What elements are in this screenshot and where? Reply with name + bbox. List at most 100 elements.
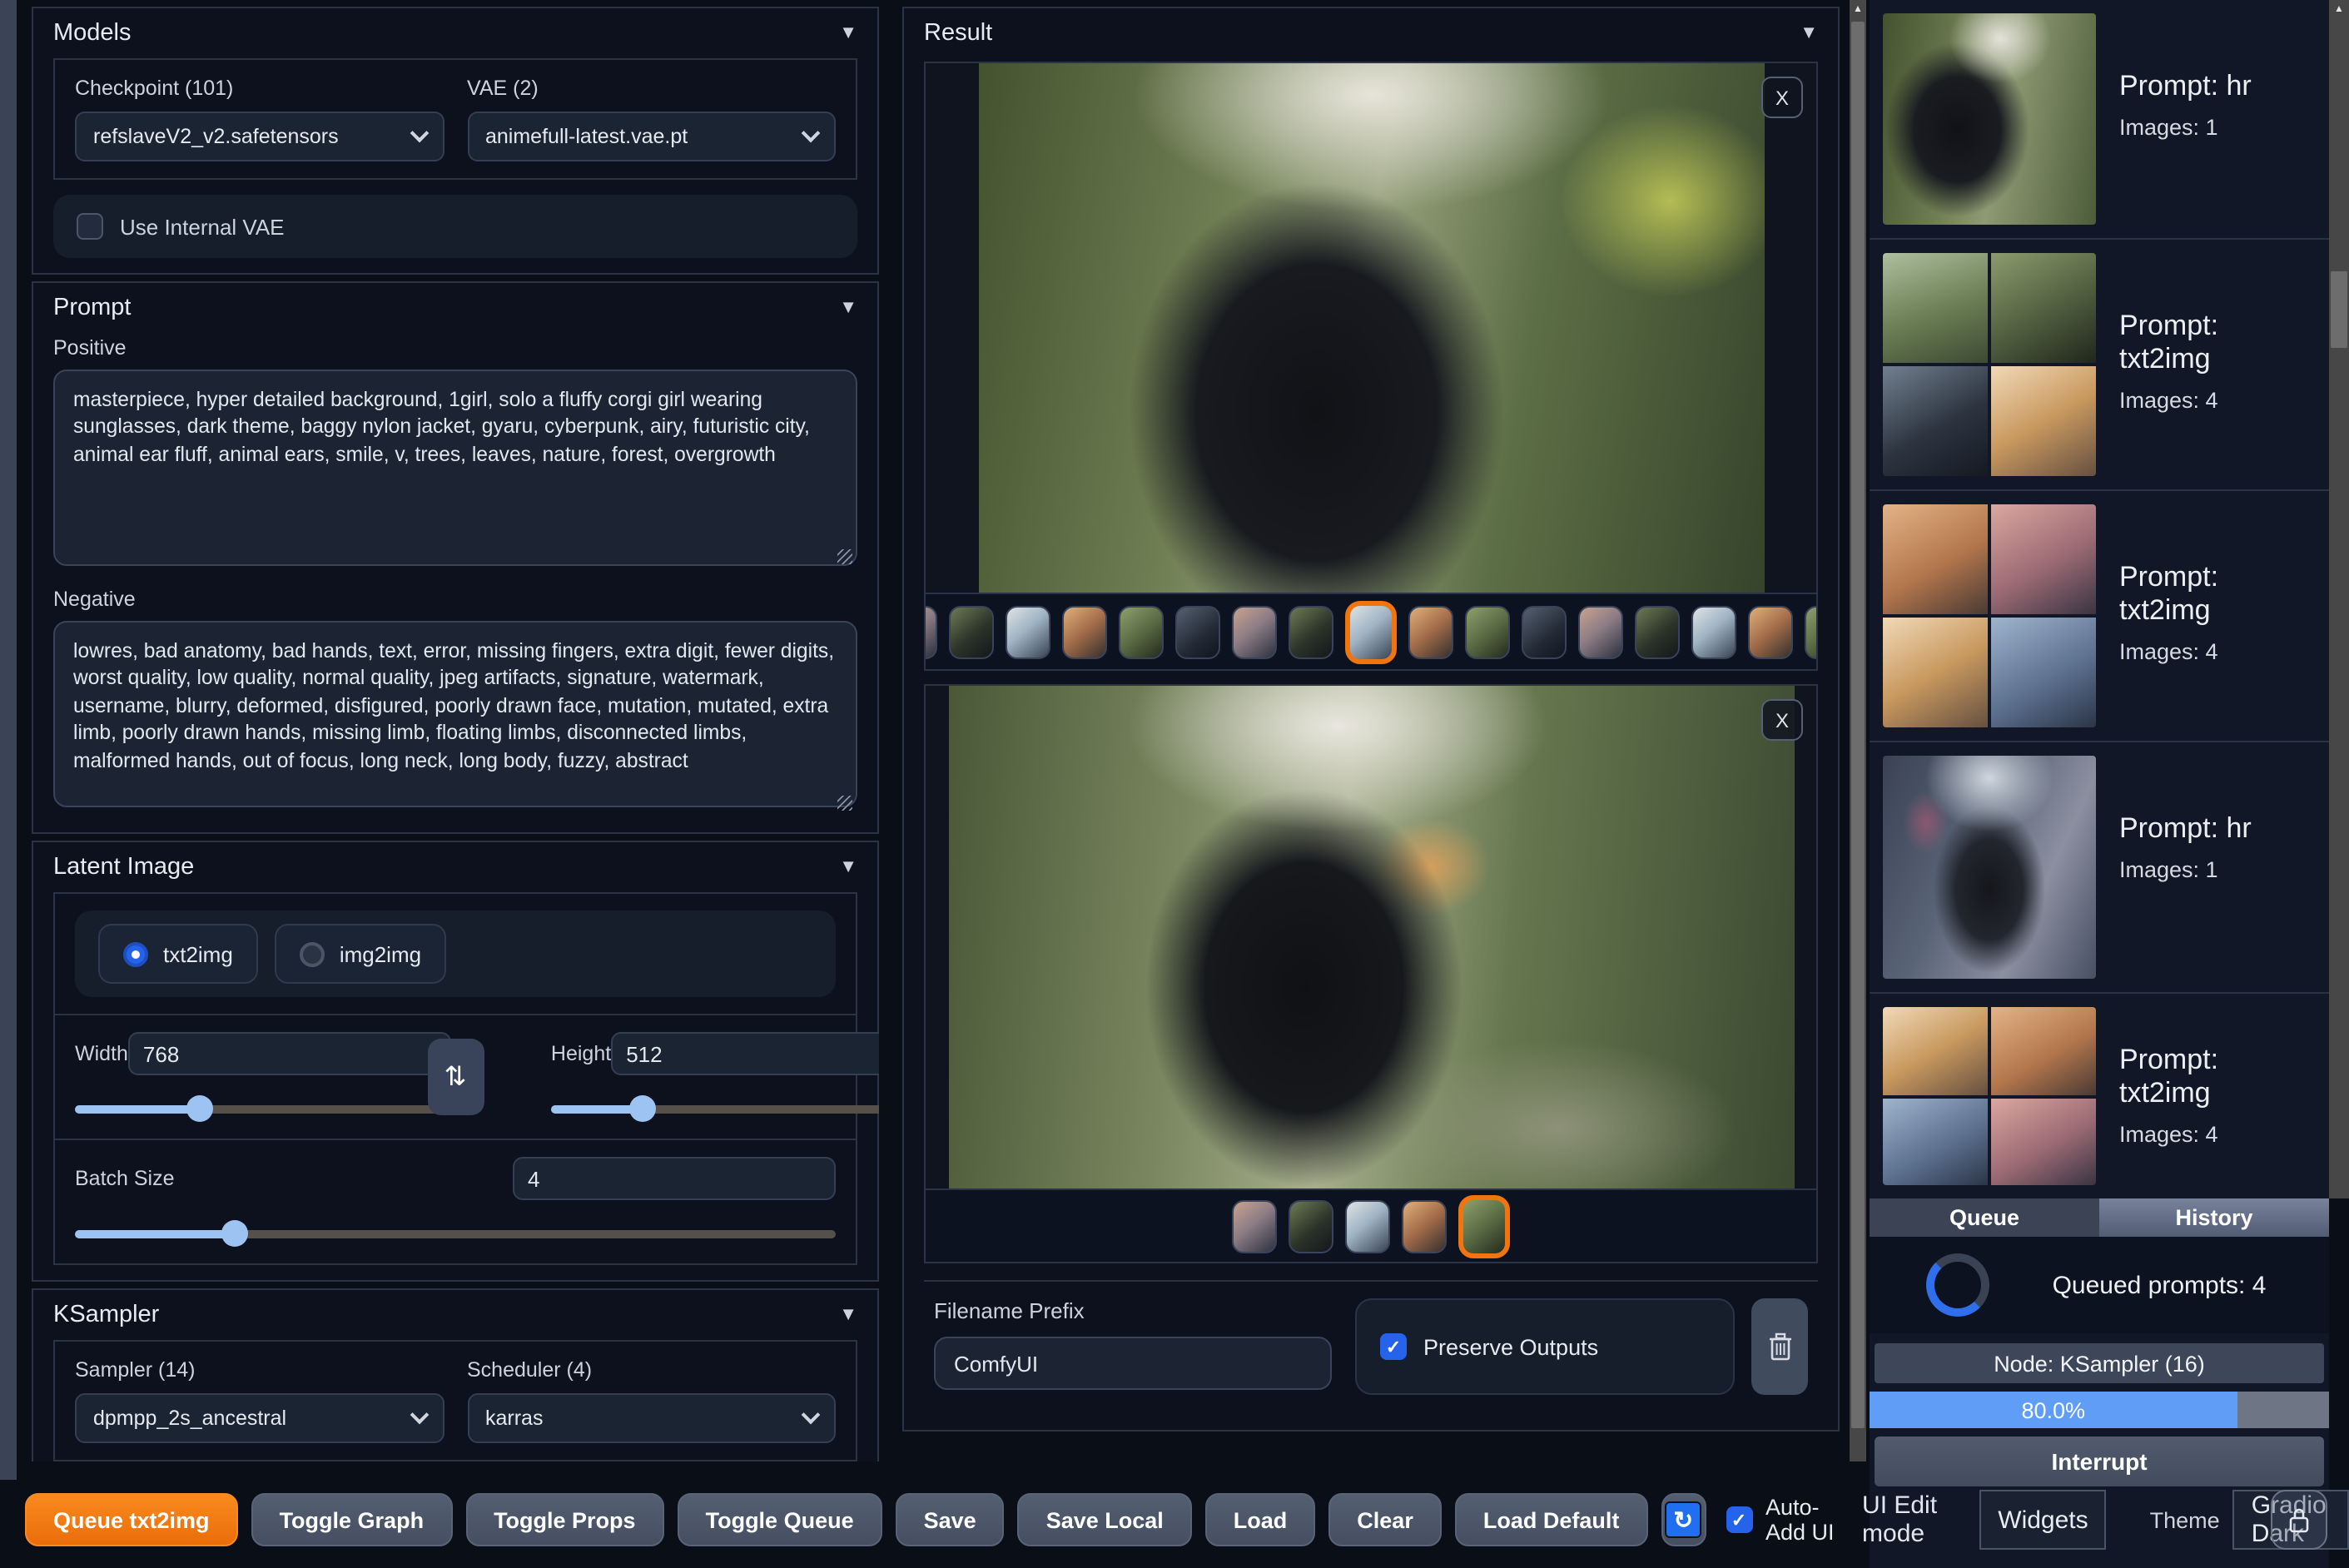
history-item[interactable]: Prompt: hr Images: 1	[1870, 0, 2329, 240]
swap-icon: ⇅	[444, 1064, 467, 1092]
gallery-thumbnail[interactable]	[926, 605, 937, 658]
use-internal-vae-row: Use Internal VAE	[53, 195, 857, 258]
mode-option-txt2img[interactable]: txt2img	[98, 924, 258, 984]
vae-select[interactable]: animefull-latest.vae.pt	[467, 112, 836, 161]
history-item[interactable]: Prompt: txt2img Images: 4	[1870, 240, 2329, 491]
scheduler-label: Scheduler (4)	[467, 1358, 593, 1382]
gallery-thumbnail[interactable]	[1402, 1199, 1447, 1253]
chevron-down-icon	[801, 123, 821, 143]
mode-option-img2img[interactable]: img2img	[274, 924, 447, 984]
delete-outputs-button[interactable]	[1751, 1298, 1808, 1395]
swap-dimensions-button[interactable]: ⇅	[427, 1039, 484, 1115]
toggle-props-button[interactable]: Toggle Props	[465, 1493, 664, 1546]
history-thumbnail[interactable]	[1883, 756, 2096, 979]
batch-size-slider[interactable]	[75, 1220, 836, 1247]
tab-queue[interactable]: Queue	[1870, 1198, 2099, 1237]
gallery-thumbnail[interactable]	[1578, 605, 1623, 658]
save-button[interactable]: Save	[895, 1493, 1005, 1546]
gallery-thumbnail[interactable]	[1408, 605, 1453, 658]
result-image-1[interactable]	[978, 63, 1764, 593]
gallery-thumbnail[interactable]	[1522, 605, 1567, 658]
theme-label: Theme	[2149, 1507, 2220, 1532]
history-item[interactable]: Prompt: txt2img Images: 4	[1870, 491, 2329, 742]
close-image-button[interactable]: X	[1761, 699, 1803, 741]
scrollbar-thumb[interactable]	[2331, 271, 2347, 348]
positive-prompt-input[interactable]: masterpiece, hyper detailed background, …	[53, 370, 857, 566]
gallery-thumbnail[interactable]	[1232, 1199, 1277, 1253]
interrupt-button[interactable]: Interrupt	[1875, 1437, 2324, 1486]
clear-button[interactable]: Clear	[1328, 1493, 1442, 1546]
gallery-thumbnail[interactable]	[1289, 1199, 1333, 1253]
gallery-thumbnail[interactable]	[949, 605, 994, 658]
use-internal-vae-checkbox[interactable]	[77, 213, 103, 240]
gallery-thumbnail[interactable]	[1119, 605, 1164, 658]
output-options-row: Filename Prefix ✓ Preserve Outputs	[924, 1280, 1818, 1395]
filename-prefix-input[interactable]	[934, 1337, 1332, 1390]
gallery-thumbnail[interactable]	[1635, 605, 1680, 658]
scroll-up-icon[interactable]: ▲	[1850, 0, 1866, 20]
scheduler-select[interactable]: karras	[467, 1393, 836, 1443]
gallery-thumbnail[interactable]	[1289, 605, 1333, 658]
collapse-icon[interactable]: ▼	[1800, 23, 1818, 43]
history-image-count: Images: 1	[2119, 857, 2218, 882]
history-scrollbar[interactable]: ▲	[2329, 0, 2349, 1198]
width-slider[interactable]	[75, 1095, 451, 1122]
result-panel: Result ▼ X X Filename Prefix ComfyUI ✓ P…	[902, 7, 1840, 1432]
ui-edit-mode-label: UI Edit mode	[1862, 1491, 1938, 1548]
refresh-button[interactable]: ↻	[1661, 1493, 1706, 1546]
gallery-thumbnail[interactable]	[1691, 605, 1736, 658]
width-input[interactable]	[127, 1032, 451, 1075]
main-scrollbar[interactable]: ▲	[1850, 0, 1866, 1461]
gallery-thumbnail[interactable]	[1458, 1194, 1510, 1258]
sampler-select[interactable]: dpmpp_2s_ancestral	[75, 1393, 444, 1443]
collapse-icon[interactable]: ▼	[839, 1305, 857, 1325]
gallery-thumbnail[interactable]	[1345, 600, 1397, 663]
queued-prompts-text: Queued prompts: 4	[2052, 1271, 2267, 1299]
gallery-thumbnail[interactable]	[1232, 605, 1277, 658]
queue-txt2img-button[interactable]: Queue txt2img	[25, 1493, 238, 1546]
gallery-thumbnail[interactable]	[1062, 605, 1107, 658]
result-section-title: Result	[924, 20, 993, 47]
gallery-thumbnail[interactable]	[1345, 1199, 1390, 1253]
batch-size-input[interactable]	[513, 1157, 836, 1200]
result-image-2[interactable]	[948, 686, 1794, 1188]
save-local-button[interactable]: Save Local	[1017, 1493, 1192, 1546]
auto-add-ui-checkbox[interactable]: ✓	[1726, 1506, 1752, 1533]
close-icon: X	[1775, 86, 1789, 109]
history-item[interactable]: Prompt: hr Images: 1	[1870, 742, 2329, 994]
close-image-button[interactable]: X	[1761, 77, 1803, 118]
scroll-up-icon[interactable]: ▲	[2329, 0, 2349, 20]
preserve-outputs-checkbox[interactable]: ✓	[1380, 1333, 1407, 1360]
widgets-select[interactable]: Widgets	[1979, 1490, 2107, 1550]
left-edge-strip	[0, 0, 17, 1480]
collapse-icon[interactable]: ▼	[839, 298, 857, 318]
chevron-down-icon	[801, 1405, 821, 1425]
history-thumbnail[interactable]	[1883, 504, 2096, 727]
scrollbar-thumb[interactable]	[1851, 22, 1865, 1428]
toggle-graph-button[interactable]: Toggle Graph	[251, 1493, 453, 1546]
history-thumbnail[interactable]	[1883, 253, 2096, 476]
history-image-count: Images: 4	[2119, 639, 2218, 664]
height-slider[interactable]	[550, 1095, 879, 1122]
resize-handle[interactable]	[837, 549, 852, 564]
load-default-button[interactable]: Load Default	[1454, 1493, 1648, 1546]
gallery-thumbnail[interactable]	[1175, 605, 1220, 658]
negative-prompt-input[interactable]: lowres, bad anatomy, bad hands, text, er…	[53, 621, 857, 807]
gallery-thumbnail[interactable]	[1006, 605, 1050, 658]
lock-button[interactable]	[2271, 1490, 2327, 1550]
history-thumbnail[interactable]	[1883, 13, 2096, 225]
resize-handle[interactable]	[837, 796, 852, 811]
history-item[interactable]: Prompt: txt2img Images: 4	[1870, 994, 2329, 1198]
history-thumbnail[interactable]	[1883, 1007, 2096, 1185]
vae-label: VAE (2)	[467, 77, 539, 100]
collapse-icon[interactable]: ▼	[839, 857, 857, 877]
checkpoint-select[interactable]: refslaveV2_v2.safetensors	[75, 112, 444, 161]
gallery-thumbnail[interactable]	[1805, 605, 1816, 658]
gallery-thumbnail[interactable]	[1748, 605, 1793, 658]
toggle-queue-button[interactable]: Toggle Queue	[677, 1493, 882, 1546]
gallery-thumbnail[interactable]	[1465, 605, 1510, 658]
tab-history[interactable]: History	[2099, 1198, 2329, 1237]
load-button[interactable]: Load	[1204, 1493, 1316, 1546]
collapse-icon[interactable]: ▼	[839, 23, 857, 43]
height-input[interactable]	[611, 1032, 879, 1075]
